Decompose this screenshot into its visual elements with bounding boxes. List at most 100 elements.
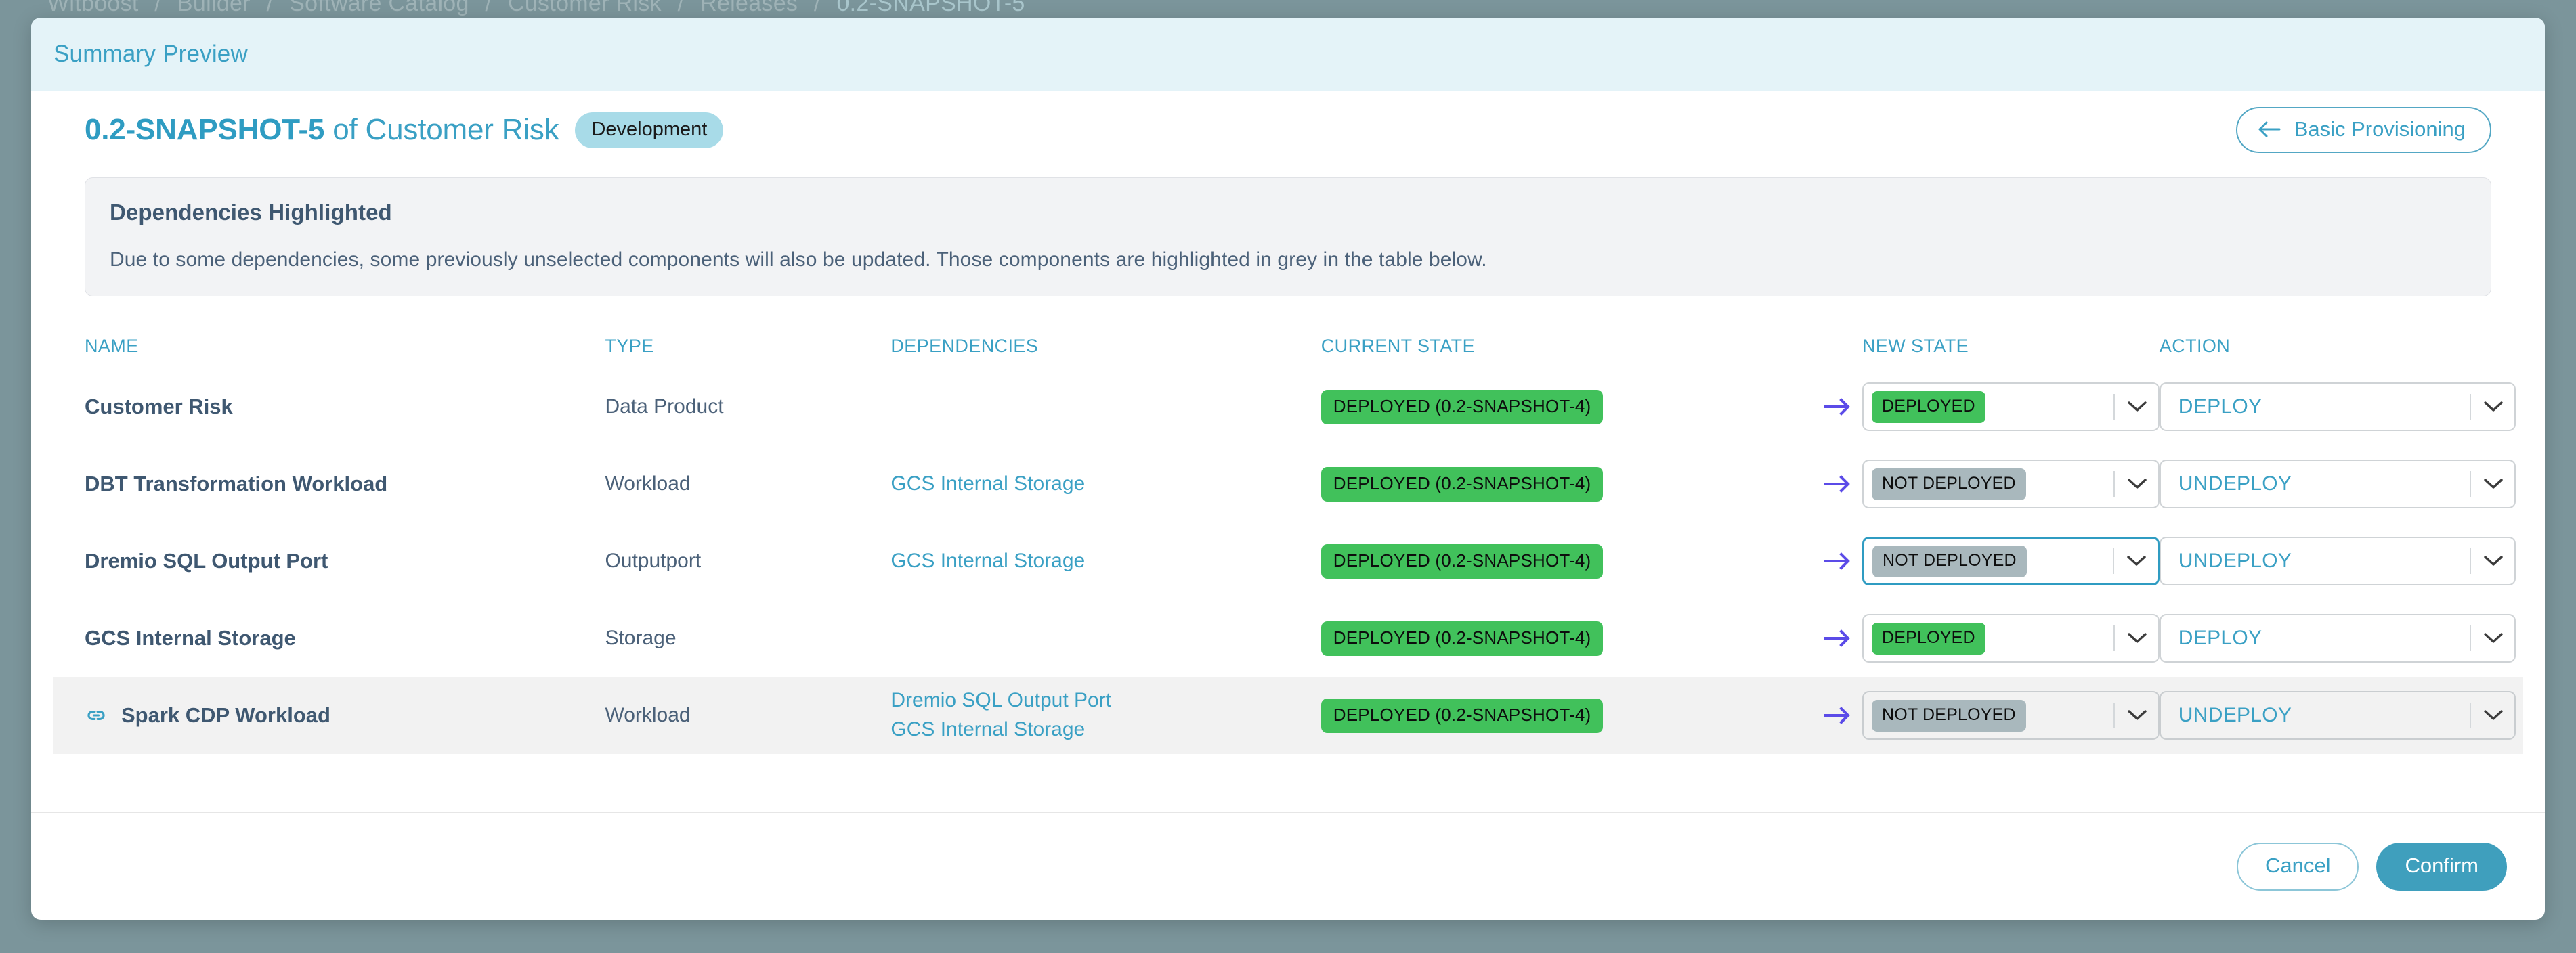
version-number: 0.2-SNAPSHOT-5 [85, 113, 325, 146]
chevron-down-icon[interactable] [2472, 477, 2514, 491]
component-type-label: Workload [605, 704, 691, 726]
breadcrumb-item-software-catalog[interactable]: Software Catalog [289, 0, 469, 16]
chevron-down-icon[interactable] [2472, 709, 2514, 722]
dependency-link[interactable]: Dremio SQL Output Port [890, 686, 1321, 715]
action-select[interactable]: UNDEPLOY [2159, 537, 2516, 585]
table-row: DBT Transformation Workload Workload GCS I… [53, 445, 2523, 523]
cell-action: UNDEPLOY [2159, 537, 2523, 585]
component-name: Dremio SQL Output Port [85, 549, 605, 573]
column-header-new-state: NEW STATE [1862, 335, 1969, 356]
new-state-select[interactable]: NOT DEPLOYED [1862, 537, 2160, 585]
page-title: 0.2-SNAPSHOT-5 of Customer Risk [85, 113, 559, 147]
chevron-down-icon[interactable] [2116, 631, 2158, 645]
breadcrumb-separator: / [813, 0, 821, 16]
action-value-label: DEPLOY [2178, 395, 2262, 418]
action-select[interactable]: DEPLOY [2159, 382, 2516, 431]
new-state-select[interactable]: DEPLOYED [1862, 614, 2160, 663]
select-divider [2113, 471, 2115, 497]
new-state-chip: NOT DEPLOYED [1871, 468, 2026, 500]
new-state-chip: DEPLOYED [1871, 622, 1985, 655]
action-select[interactable]: UNDEPLOY [2159, 691, 2516, 740]
table-row: Spark CDP Workload Workload Dremio SQL Out… [53, 677, 2523, 754]
select-divider [2113, 703, 2115, 728]
action-value-label: UNDEPLOY [2178, 472, 2292, 495]
chevron-down-icon[interactable] [2472, 554, 2514, 568]
cell-current-state: DEPLOYED (0.2-SNAPSHOT-4) [1321, 698, 1812, 733]
arrow-right-icon [1812, 473, 1862, 495]
new-state-select[interactable]: NOT DEPLOYED [1862, 691, 2160, 740]
chevron-down-icon[interactable] [2116, 400, 2158, 414]
breadcrumb-item-releases[interactable]: Releases [700, 0, 798, 16]
dependency-link[interactable]: GCS Internal Storage [890, 470, 1321, 499]
arrow-right-icon [1812, 627, 1862, 649]
version-of-label: of [324, 113, 366, 146]
component-name-label: Dremio SQL Output Port [85, 549, 328, 573]
component-name-label: Customer Risk [85, 395, 233, 418]
cell-new-state: NOT DEPLOYED [1862, 691, 2160, 740]
action-select[interactable]: DEPLOY [2159, 614, 2516, 663]
info-panel-title: Dependencies Highlighted [110, 200, 392, 225]
version-header: 0.2-SNAPSHOT-5 of Customer Risk Developm… [53, 91, 2523, 169]
breadcrumb-item-customer-risk[interactable]: Customer Risk [508, 0, 662, 16]
cell-dependencies: GCS Internal Storage [890, 470, 1321, 499]
column-header-name: NAME [85, 335, 139, 356]
new-state-select[interactable]: NOT DEPLOYED [1862, 460, 2160, 508]
cell-name: Dremio SQL Output Port [53, 549, 605, 573]
table-row: Customer Risk Data Product DEPLOYED (0.2-S… [53, 368, 2523, 445]
modal-title: Summary Preview [53, 41, 248, 67]
environment-badge: Development [575, 112, 724, 148]
table-body: Customer Risk Data Product DEPLOYED (0.2-S… [53, 368, 2523, 754]
cell-type: Workload [605, 704, 890, 727]
breadcrumb-separator: / [266, 0, 274, 16]
arrow-left-icon [2258, 120, 2281, 138]
cell-new-state: NOT DEPLOYED [1862, 537, 2160, 585]
action-select[interactable]: UNDEPLOY [2159, 460, 2516, 508]
current-state-badge: DEPLOYED (0.2-SNAPSHOT-4) [1321, 544, 1604, 579]
basic-provisioning-button[interactable]: Basic Provisioning [2235, 107, 2491, 153]
chevron-down-icon[interactable] [2116, 709, 2158, 722]
cell-new-state: DEPLOYED [1862, 614, 2160, 663]
version-header-left: 0.2-SNAPSHOT-5 of Customer Risk Developm… [85, 112, 2236, 148]
component-name: GCS Internal Storage [85, 626, 605, 650]
action-value-label: DEPLOY [2178, 627, 2262, 649]
chevron-down-icon[interactable] [2472, 631, 2514, 645]
select-divider [2113, 394, 2115, 420]
component-type-label: Data Product [605, 395, 724, 418]
summary-preview-modal: Summary Preview 0.2-SNAPSHOT-5 of Custom… [31, 18, 2545, 920]
cell-name: DBT Transformation Workload [53, 472, 605, 496]
select-divider [2469, 394, 2471, 420]
breadcrumb-separator: / [154, 0, 162, 16]
component-name-label: DBT Transformation Workload [85, 472, 388, 495]
chevron-down-icon[interactable] [2472, 400, 2514, 414]
dependency-link[interactable]: GCS Internal Storage [890, 547, 1321, 576]
select-divider [2469, 625, 2471, 651]
select-divider [2469, 703, 2471, 728]
cancel-button[interactable]: Cancel [2236, 842, 2359, 891]
cell-action: DEPLOY [2159, 382, 2523, 431]
cell-type: Workload [605, 472, 890, 495]
confirm-button[interactable]: Confirm [2376, 842, 2507, 891]
arrow-right-icon [1812, 550, 1862, 572]
action-value-label: UNDEPLOY [2178, 704, 2292, 726]
new-state-select[interactable]: DEPLOYED [1862, 382, 2160, 431]
cell-action: UNDEPLOY [2159, 460, 2523, 508]
link-icon [85, 704, 108, 727]
chevron-down-icon[interactable] [2116, 554, 2158, 568]
table-header-row: NAME TYPE DEPENDENCIES CURRENT STATE NEW… [53, 324, 2523, 368]
modal-titlebar: Summary Preview [31, 18, 2545, 91]
breadcrumb-item-builder[interactable]: Builder [177, 0, 251, 16]
action-value-label: UNDEPLOY [2178, 550, 2292, 572]
column-header-current-state: CURRENT STATE [1321, 335, 1475, 356]
cell-current-state: DEPLOYED (0.2-SNAPSHOT-4) [1321, 466, 1812, 502]
cell-new-state: DEPLOYED [1862, 382, 2160, 431]
cell-new-state: NOT DEPLOYED [1862, 460, 2160, 508]
new-state-chip: NOT DEPLOYED [1872, 545, 2027, 577]
breadcrumb-separator: / [677, 0, 685, 16]
cell-name: Customer Risk [53, 395, 605, 419]
breadcrumb-item-witboost[interactable]: Witboost [47, 0, 139, 16]
breadcrumb-separator: / [485, 0, 492, 16]
dependency-link[interactable]: GCS Internal Storage [890, 715, 1321, 745]
chevron-down-icon[interactable] [2116, 477, 2158, 491]
component-name-label: Spark CDP Workload [121, 703, 330, 727]
basic-provisioning-label: Basic Provisioning [2294, 117, 2466, 141]
